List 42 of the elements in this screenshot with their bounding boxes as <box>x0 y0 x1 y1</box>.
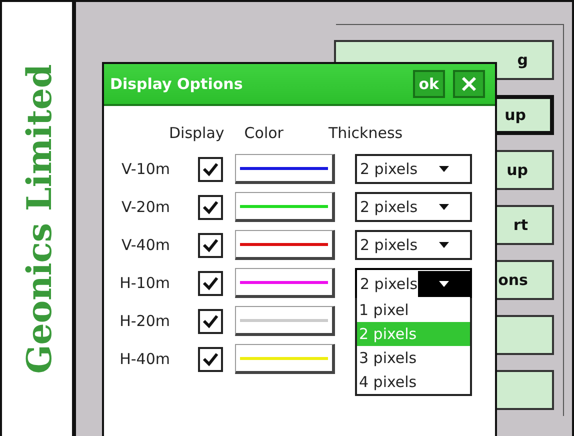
dropdown-option[interactable]: 1 pixel <box>357 298 470 322</box>
color-button[interactable] <box>235 268 335 298</box>
dialog-title: Display Options <box>110 75 244 93</box>
checkbox[interactable] <box>198 194 223 220</box>
column-header: Thickness <box>328 124 403 144</box>
color-button[interactable] <box>235 230 335 260</box>
series-label: H-40m <box>118 350 170 368</box>
series-label: V-10m <box>120 160 170 178</box>
thickness-dropdown[interactable]: 2 pixels <box>355 192 472 222</box>
checkmark-icon <box>202 352 219 366</box>
checkbox[interactable] <box>198 270 223 296</box>
thickness-dropdown[interactable]: 2 pixels <box>355 230 472 260</box>
checkmark-icon <box>202 238 219 252</box>
color-button[interactable] <box>235 192 335 222</box>
dropdown-arrow-icon <box>438 242 449 248</box>
dropdown-arrow-icon <box>438 281 449 287</box>
checkmark-icon <box>202 276 219 290</box>
series-label: V-40m <box>120 236 170 254</box>
checkbox[interactable] <box>198 346 223 372</box>
checkbox[interactable] <box>198 308 223 334</box>
color-button[interactable] <box>235 154 335 184</box>
checkmark-icon <box>202 200 219 214</box>
column-header: Color <box>244 124 284 144</box>
checkbox[interactable] <box>198 156 223 182</box>
close-button[interactable] <box>453 70 485 98</box>
series-label: V-20m <box>120 198 170 216</box>
column-header: Display <box>169 124 224 144</box>
color-button[interactable] <box>235 344 335 374</box>
checkmark-icon <box>202 162 219 176</box>
color-button[interactable] <box>235 306 335 336</box>
series-label: H-10m <box>118 274 170 292</box>
company-logo-text: Geonics Limited <box>20 64 60 374</box>
dropdown-option[interactable]: 4 pixels <box>357 370 470 394</box>
thickness-dropdown[interactable]: 2 pixels <box>355 154 472 184</box>
dropdown-option[interactable]: 3 pixels <box>357 346 470 370</box>
checkbox[interactable] <box>198 232 223 258</box>
close-icon <box>461 76 477 92</box>
dropdown-arrow-icon <box>438 204 449 210</box>
thickness-dropdown[interactable]: 2 pixels <box>355 268 472 298</box>
series-label: H-20m <box>118 312 170 330</box>
checkmark-icon <box>202 314 219 328</box>
dropdown-arrow-icon <box>438 166 449 172</box>
